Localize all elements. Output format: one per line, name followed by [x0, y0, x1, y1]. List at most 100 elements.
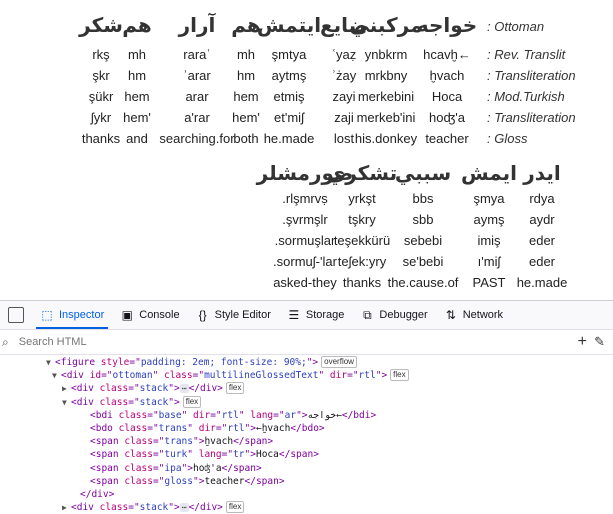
tab-style-editor[interactable]: {} Style Editor [188, 301, 279, 329]
gloss-cell: thanks [81, 131, 121, 146]
gloss-cell: eder [528, 254, 556, 269]
gloss-cell: his.donkey [354, 131, 418, 146]
markup-node[interactable]: </div> [80, 488, 114, 501]
markup-token: =" [101, 370, 113, 382]
gloss-cell: PAST [472, 275, 506, 290]
row-label: : Ottoman [487, 19, 545, 34]
flex-badge[interactable]: flex [390, 369, 409, 382]
gloss-cell: mh [127, 47, 147, 62]
markup-node[interactable]: ▶ <div class="stack"> ⋯ </div> flex [62, 382, 245, 395]
gloss-cell: ḫvach [429, 68, 465, 83]
gloss-cell: and [126, 131, 148, 146]
markup-token: multilineGlossedText [204, 370, 319, 382]
tab-debugger[interactable]: ⧉ Debugger [352, 301, 435, 329]
markup-token: </bdi> [341, 409, 377, 421]
markup-token: stack [139, 383, 169, 395]
gloss-cell: hem' [232, 110, 260, 125]
markup-token: stack [139, 396, 169, 408]
markup-token: "> [296, 409, 308, 421]
gloss-cell: şmtya [271, 47, 307, 62]
markup-token: class [99, 396, 129, 408]
markup-node[interactable]: ▼ <figure style="padding: 2em; font-size:… [46, 356, 357, 369]
markup-node[interactable]: <span class="turk" lang="tr">Hoca</span> [90, 448, 319, 461]
gloss-cell: سببي [394, 161, 452, 185]
gloss-row2-1: .rlşmrvṣ yrkşt bbs şmya rdya [0, 190, 613, 208]
gloss-cell: zaji [334, 110, 354, 125]
markup-token: tr [233, 449, 245, 461]
markup-node[interactable]: ▼ <div class="stack"> flex [62, 395, 202, 409]
markup-token: "> [244, 423, 256, 434]
markup-token: "> [244, 449, 256, 461]
markup-token: stack [139, 502, 169, 514]
markup-token: class [118, 423, 148, 434]
markup-token: <span [90, 475, 125, 487]
gloss-row2-5: asked-they thanks the.cause.of PAST he.made [0, 274, 613, 292]
gloss-cell: sbb [412, 212, 434, 227]
markup-token: rtl [358, 370, 376, 382]
tab-storage[interactable]: ☰ Storage [279, 301, 353, 329]
markup-token: <div [61, 370, 90, 382]
markup-token: style [100, 357, 130, 368]
markup-token: " [318, 370, 330, 382]
gloss-row2-2: .şvrmşlr tşkry sbb aymş aydr [0, 211, 613, 229]
gloss-cell: ايمش [460, 161, 518, 185]
markup-node[interactable]: <bdo class="trans" dir="rtl">←ḫvach</bdo… [90, 422, 325, 435]
markup-token: class [118, 409, 148, 421]
gloss-row-4: ʃykr hem' a'rar hem' et'miʃ zaji merkeb'ini hoʤ… [0, 109, 613, 127]
markup-token: </bdo> [290, 423, 325, 434]
markup-token: </span> [244, 475, 285, 487]
collapse-arrow-icon[interactable]: ▶ [62, 382, 71, 395]
markup-token: " [187, 449, 199, 461]
gloss-cell: he.made [516, 275, 568, 290]
collapsed-content-icon[interactable]: ⋯ [179, 384, 189, 394]
gloss-cell: raraʾ [183, 47, 211, 62]
markup-token: =" [192, 370, 205, 382]
markup-token: ottoman [112, 370, 153, 382]
markup-node[interactable]: <bdi class="base" dir="rtl" lang="ar">خو… [90, 409, 376, 422]
gloss-cell: Hoca [431, 89, 463, 104]
gloss-cell: merkeb'ini [356, 110, 416, 125]
tab-console[interactable]: ▣ Console [112, 301, 187, 329]
markup-node[interactable]: ▼ <div id="ottoman" class="multilineGloss… [52, 369, 409, 382]
markup-node[interactable]: <span class="ipa">hoʤ'a</span> [90, 462, 262, 475]
gloss-cell: ايتمش [256, 13, 322, 37]
gloss-cell: şükr [88, 89, 114, 104]
gloss-cell: teacher [425, 131, 469, 146]
markup-token: class [99, 383, 129, 395]
row-label: : Rev. Translit [487, 47, 566, 62]
gloss-cell: bbs [412, 191, 434, 206]
overflow-badge[interactable]: overflow [321, 356, 357, 368]
markup-token: " [238, 409, 251, 421]
tab-label: Debugger [379, 309, 428, 321]
tab-network[interactable]: ⇅ Network [436, 301, 511, 329]
gloss-cell: aydr [529, 212, 555, 227]
gloss-cell: etmiş [273, 89, 305, 104]
eyedropper-icon[interactable]: ✎ [594, 334, 605, 350]
markup-node[interactable]: <span class="trans">ḫvach</span> [90, 435, 273, 448]
flex-badge[interactable]: flex [225, 382, 245, 395]
gloss-cell: ʃykr [90, 110, 112, 125]
tab-inspector[interactable]: ⬚ Inspector [32, 301, 112, 329]
tab-label: Storage [305, 309, 345, 321]
markup-node[interactable]: <span class="gloss">teacher</span> [90, 475, 285, 488]
add-node-button[interactable]: + [578, 333, 587, 351]
network-icon: ⇅ [445, 308, 456, 322]
gloss-cell: şkr [92, 68, 110, 83]
collapse-arrow-icon[interactable]: ▶ [62, 501, 71, 514]
markup-token: <div [71, 396, 100, 408]
gloss-cell: hm [236, 68, 256, 83]
markup-node[interactable]: ▶ <div class="stack"> ⋯ </div> flex [62, 501, 245, 514]
markup-token: </span> [278, 449, 319, 461]
flex-badge[interactable]: flex [225, 501, 245, 514]
expand-arrow-icon[interactable]: ▼ [62, 396, 71, 409]
flex-badge[interactable]: flex [182, 395, 202, 408]
gloss-cell: imiş [477, 233, 501, 248]
element-picker-button[interactable] [0, 301, 32, 329]
expand-arrow-icon[interactable]: ▼ [52, 369, 61, 382]
markup-token: خواجه← [307, 409, 342, 421]
collapsed-content-icon[interactable]: ⋯ [179, 503, 189, 513]
expand-arrow-icon[interactable]: ▼ [46, 356, 55, 369]
markup-token: gloss [164, 475, 193, 487]
gloss-cell: ʿyaẓ [331, 47, 357, 62]
search-html-input[interactable] [16, 335, 471, 349]
